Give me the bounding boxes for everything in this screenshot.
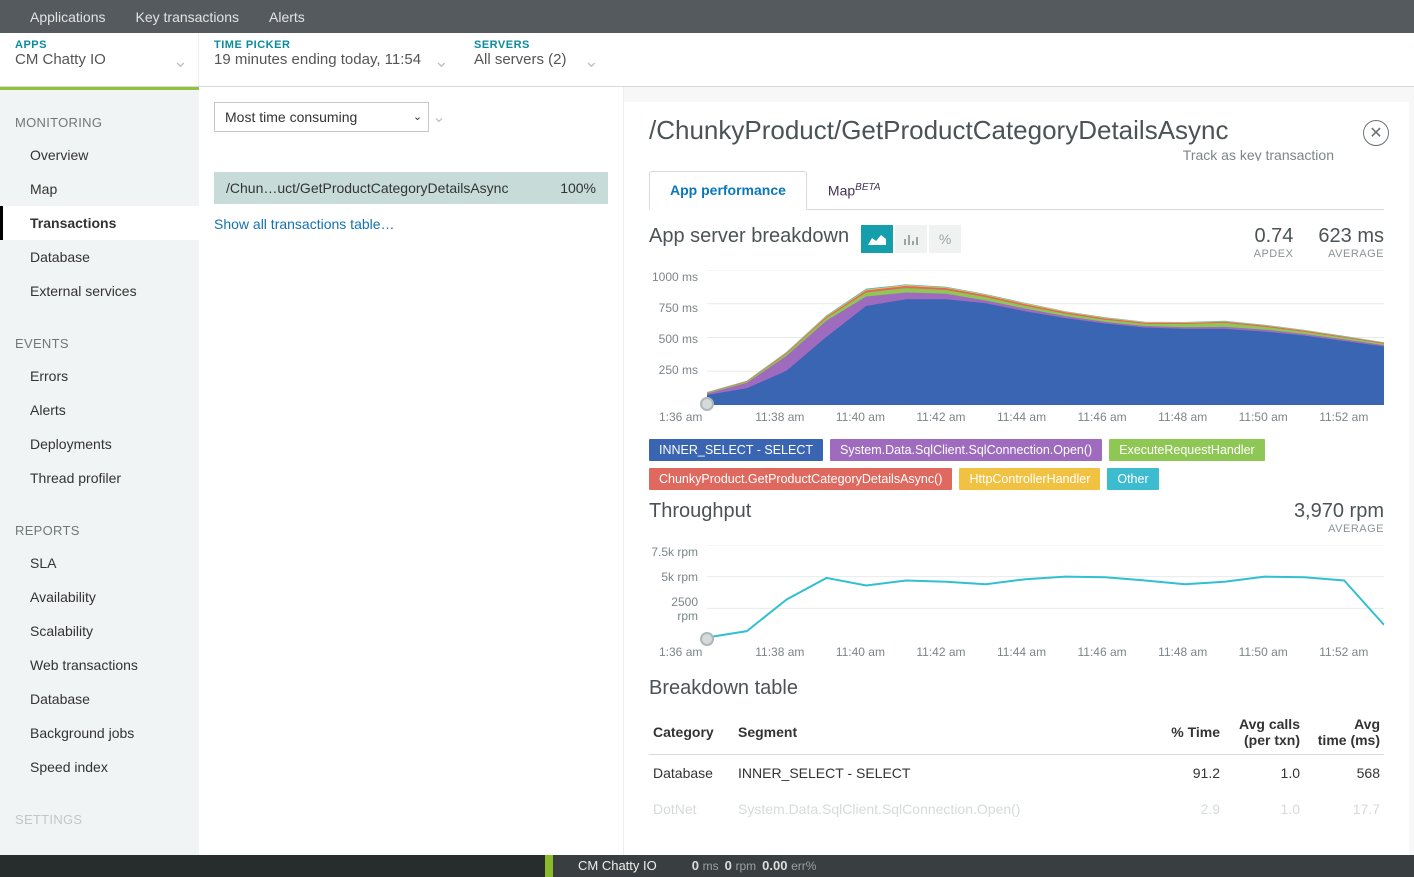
- apdex-label: APDEX: [1254, 248, 1294, 260]
- tab-app-performance[interactable]: App performance: [649, 171, 807, 210]
- nav-applications[interactable]: Applications: [15, 9, 121, 25]
- timeline-handle-icon[interactable]: [700, 397, 714, 411]
- view-bar-chart-icon[interactable]: [895, 225, 927, 253]
- page-title: /ChunkyProduct/GetProductCategoryDetails…: [649, 110, 1384, 149]
- chevron-down-icon: ⌄: [173, 51, 188, 72]
- tabs: App performance MapBETA: [649, 171, 1384, 210]
- throughput-chart: 7.5k rpm5k rpm2500 rpm 1:36 am11:38 am11…: [649, 545, 1384, 659]
- sidebar-item-external-services[interactable]: External services: [0, 274, 199, 308]
- sidebar-item-scalability[interactable]: Scalability: [0, 614, 199, 648]
- close-icon[interactable]: ✕: [1363, 120, 1389, 146]
- timeline-handle-icon[interactable]: [700, 632, 714, 646]
- legend-item[interactable]: ChunkyProduct.GetProductCategoryDetailsA…: [649, 468, 952, 490]
- status-bar: CM Chatty IO 0 ms0 rpm0.00 err%: [0, 855, 1414, 877]
- legend-item[interactable]: HttpControllerHandler: [959, 468, 1100, 490]
- transaction-name: /Chun…uct/GetProductCategoryDetailsAsync: [226, 180, 508, 196]
- view-percent-icon[interactable]: %: [929, 225, 961, 253]
- nav-key-transactions[interactable]: Key transactions: [121, 9, 255, 25]
- transaction-row[interactable]: /Chun…uct/GetProductCategoryDetailsAsync…: [214, 172, 608, 204]
- nav-alerts[interactable]: Alerts: [254, 9, 320, 25]
- sidebar-item-availability[interactable]: Availability: [0, 580, 199, 614]
- sort-dropdown[interactable]: Most time consuming ⌄ ⌄: [214, 102, 449, 132]
- apps-picker[interactable]: APPS CM Chatty IO ⌄: [0, 33, 199, 86]
- table-row[interactable]: DotNetSystem.Data.SqlClient.SqlConnectio…: [649, 791, 1384, 827]
- sidebar-item-alerts[interactable]: Alerts: [0, 393, 199, 427]
- chevron-down-icon[interactable]: ⌄: [407, 102, 429, 132]
- avg-value: 623 ms: [1318, 225, 1384, 248]
- avg-label: AVERAGE: [1318, 248, 1384, 260]
- table-row[interactable]: DatabaseINNER_SELECT - SELECT91.21.0568: [649, 754, 1384, 791]
- sidebar-item-web-transactions[interactable]: Web transactions: [0, 648, 199, 682]
- picker-row: APPS CM Chatty IO ⌄ TIME PICKER 19 minut…: [0, 33, 1414, 87]
- transactions-list: Most time consuming ⌄ ⌄ /Chun…uct/GetPro…: [199, 87, 624, 855]
- sidebar-item-sla[interactable]: SLA: [0, 546, 199, 580]
- sidebar-section-settings: SETTINGS: [0, 802, 199, 835]
- sidebar-item-database[interactable]: Database: [0, 240, 199, 274]
- breakdown-table-title: Breakdown table: [649, 677, 1384, 700]
- apdex-value: 0.74: [1254, 225, 1294, 248]
- breakdown-title: App server breakdown: [649, 225, 849, 248]
- throughput-title: Throughput: [649, 500, 751, 523]
- tab-map[interactable]: MapBETA: [807, 171, 902, 209]
- sidebar-item-transactions[interactable]: Transactions: [0, 206, 199, 240]
- sidebar-item-thread-profiler[interactable]: Thread profiler: [0, 461, 199, 495]
- legend-item[interactable]: Other: [1107, 468, 1158, 490]
- sidebar-item-background-jobs[interactable]: Background jobs: [0, 716, 199, 750]
- sidebar: MONITORING Overview Map Transactions Dat…: [0, 87, 199, 855]
- sidebar-section-reports: REPORTS: [0, 513, 199, 546]
- footer-app-name[interactable]: CM Chatty IO: [553, 855, 682, 877]
- chevron-down-icon: ⌄: [434, 51, 449, 72]
- top-nav: Applications Key transactions Alerts: [0, 0, 1414, 33]
- legend-item[interactable]: INNER_SELECT - SELECT: [649, 439, 823, 461]
- legend: INNER_SELECT - SELECT System.Data.SqlClie…: [649, 439, 1384, 490]
- throughput-label: AVERAGE: [1294, 523, 1384, 535]
- transaction-pct: 100%: [560, 180, 596, 196]
- sidebar-item-map[interactable]: Map: [0, 172, 199, 206]
- breakdown-table: Category Segment % Time Avg calls(per tx…: [649, 710, 1384, 827]
- legend-item[interactable]: ExecuteRequestHandler: [1109, 439, 1265, 461]
- sidebar-section-monitoring: MONITORING: [0, 105, 199, 138]
- sidebar-item-errors[interactable]: Errors: [0, 359, 199, 393]
- sidebar-item-speed-index[interactable]: Speed index: [0, 750, 199, 784]
- legend-item[interactable]: System.Data.SqlClient.SqlConnection.Open…: [830, 439, 1102, 461]
- show-all-link[interactable]: Show all transactions table…: [214, 216, 608, 232]
- time-picker[interactable]: TIME PICKER 19 minutes ending today, 11:…: [199, 33, 459, 86]
- throughput-value: 3,970 rpm: [1294, 500, 1384, 523]
- sidebar-section-events: EVENTS: [0, 326, 199, 359]
- chevron-down-icon: ⌄: [584, 51, 599, 72]
- track-key-transaction-link[interactable]: Track as key transaction: [649, 147, 1384, 161]
- footer-metrics: 0 ms0 rpm0.00 err%: [682, 855, 1414, 877]
- servers-picker[interactable]: SERVERS All servers (2) ⌄: [459, 33, 609, 86]
- chevron-down-icon[interactable]: ⌄: [429, 107, 449, 127]
- detail-panel: ✕ /ChunkyProduct/GetProductCategoryDetai…: [624, 102, 1409, 855]
- breakdown-chart: 1000 ms750 ms500 ms250 ms 1:36 am11:38 a…: [649, 270, 1384, 424]
- sidebar-item-overview[interactable]: Overview: [0, 138, 199, 172]
- view-area-chart-icon[interactable]: [861, 225, 893, 253]
- sidebar-item-report-database[interactable]: Database: [0, 682, 199, 716]
- sidebar-item-deployments[interactable]: Deployments: [0, 427, 199, 461]
